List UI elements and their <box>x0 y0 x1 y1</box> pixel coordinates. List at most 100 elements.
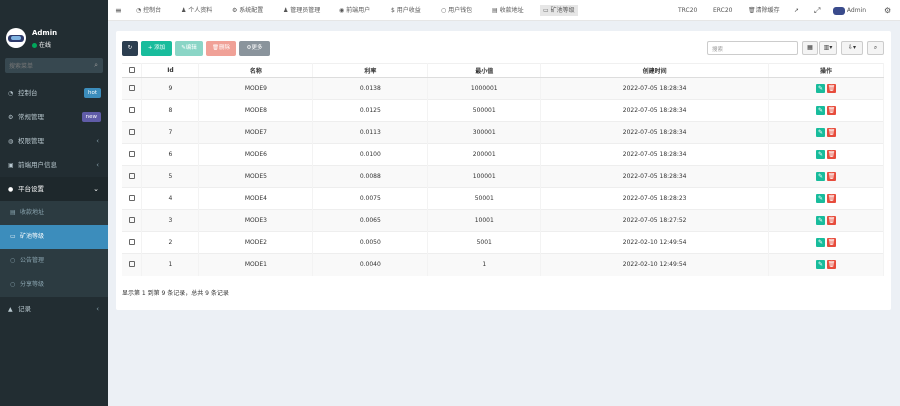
table-row[interactable]: 5 MODE5 0.0088 100001 2022-07-05 18:28:34 ✎ 🗑 <box>122 165 884 188</box>
row-checkbox[interactable] <box>128 106 135 113</box>
table-cell: MODE4 <box>198 187 314 210</box>
refresh-button[interactable]: ↻ <box>122 41 138 56</box>
column-header[interactable]: 创建时间 <box>540 63 770 78</box>
tab-frontend-users[interactable]: ◉ 前端用户 <box>339 0 370 21</box>
row-edit-button[interactable]: ✎ <box>816 260 826 270</box>
sidebar-search-input[interactable]: 搜索菜单 ⌕ <box>5 58 103 73</box>
row-checkbox-cell[interactable] <box>122 143 143 166</box>
search-button[interactable]: ⌕ <box>867 41 884 55</box>
tab-admins[interactable]: ♟ 管理员管理 <box>283 0 320 21</box>
tab-dashboard[interactable]: ◔ 控制台 <box>136 0 161 21</box>
tab-config[interactable]: ⚙ 系统配置 <box>232 0 263 21</box>
row-checkbox-cell[interactable] <box>122 77 143 100</box>
avatar[interactable] <box>6 28 26 48</box>
row-delete-button[interactable]: 🗑 <box>827 106 837 115</box>
row-edit-button[interactable]: ✎ <box>816 194 826 203</box>
tab-user-wallet[interactable]: ○ 用户钱包 <box>441 0 472 21</box>
table-row[interactable]: 9 MODE9 0.0138 1000001 2022-07-05 18:28:34 ✎ 🗑 <box>122 77 884 100</box>
table-row[interactable]: 3 MODE3 0.0065 10001 2022-07-05 18:27:52 ✎ 🗑 <box>122 209 884 232</box>
settings-gear-icon[interactable]: ⚙ <box>884 0 891 21</box>
tab-pool-level[interactable]: ▭ 矿池等级 <box>540 5 578 16</box>
row-checkbox[interactable] <box>128 84 135 91</box>
select-all-checkbox[interactable] <box>128 66 135 73</box>
search-icon[interactable]: ⌕ <box>94 61 98 70</box>
row-checkbox-cell[interactable] <box>122 99 143 122</box>
columns-button[interactable]: ▥▾ <box>819 41 837 55</box>
sidebar-item-pool-level[interactable]: ▭ 矿池等级 <box>0 225 108 249</box>
table-row[interactable]: 6 MODE6 0.0100 200001 2022-07-05 18:28:34 ✎ 🗑 <box>122 143 884 166</box>
row-delete-button[interactable]: 🗑 <box>827 238 837 247</box>
edit-button[interactable]: ✎编辑 <box>175 41 203 56</box>
table-row[interactable]: 4 MODE4 0.0075 50001 2022-07-05 18:28:23 ✎ 🗑 <box>122 187 884 210</box>
search-icon: ⌕ <box>873 44 878 51</box>
delete-button[interactable]: 🗑删除 <box>206 41 236 56</box>
home-link-icon[interactable]: ➚ <box>794 0 799 21</box>
row-delete-button[interactable]: 🗑 <box>827 216 837 225</box>
row-edit-button[interactable]: ✎ <box>816 172 826 181</box>
chevron-left-icon: ‹ <box>96 305 99 313</box>
sidebar-item-frontend-users[interactable]: ▣ 前端用户信息 ‹ <box>0 153 108 177</box>
row-checkbox-cell[interactable] <box>122 187 143 210</box>
tab-receiving-address[interactable]: ▤ 收款地址 <box>492 0 524 21</box>
menu-toggle-icon[interactable]: ≡ <box>115 0 122 21</box>
row-checkbox-cell[interactable] <box>122 121 143 144</box>
row-edit-button[interactable]: ✎ <box>816 128 826 137</box>
row-edit-button[interactable]: ✎ <box>816 238 826 247</box>
table-row[interactable]: 2 MODE2 0.0050 5001 2022-02-10 12:49:54 ✎ 🗑 <box>122 231 884 254</box>
row-delete-button[interactable]: 🗑 <box>827 84 837 93</box>
table-cell: 2022-07-05 18:28:23 <box>540 187 770 210</box>
row-checkbox-cell[interactable] <box>122 253 143 276</box>
row-edit-button[interactable]: ✎ <box>816 84 826 93</box>
row-checkbox[interactable] <box>128 260 135 267</box>
column-header[interactable]: 名称 <box>198 63 314 78</box>
row-delete-button[interactable]: 🗑 <box>827 150 837 159</box>
fullscreen-icon[interactable]: ⤢ <box>814 0 820 21</box>
sidebar-item-records[interactable]: ▲ 记录 ‹ <box>0 297 108 321</box>
row-checkbox-cell[interactable] <box>122 165 143 188</box>
sidebar-item-announcements[interactable]: ○ 公告管理 <box>0 249 108 273</box>
row-checkbox[interactable] <box>128 194 135 201</box>
row-checkbox[interactable] <box>128 216 135 223</box>
table-cell: 200001 <box>427 143 542 166</box>
search-input[interactable]: 搜索 <box>707 41 798 55</box>
more-button[interactable]: ⚙更多 <box>239 41 270 56</box>
toggle-view-button[interactable]: ▦ <box>802 41 818 55</box>
sidebar-item-label: 公告管理 <box>20 257 45 264</box>
table-row[interactable]: 8 MODE8 0.0125 500001 2022-07-05 18:28:34 ✎ 🗑 <box>122 99 884 122</box>
row-delete-button[interactable]: 🗑 <box>827 128 837 137</box>
row-checkbox-cell[interactable] <box>122 231 143 254</box>
table-row[interactable]: 1 MODE1 0.0040 1 2022-02-10 12:49:54 ✎ 🗑 <box>122 253 884 276</box>
sidebar-item-general[interactable]: ⚙ 常规管理 new <box>0 105 108 129</box>
row-edit-button[interactable]: ✎ <box>816 216 826 225</box>
trc20-link[interactable]: TRC20 <box>678 0 697 21</box>
row-delete-button[interactable]: 🗑 <box>827 172 837 181</box>
column-header[interactable]: 利率 <box>312 63 429 78</box>
row-delete-button[interactable]: 🗑 <box>827 260 837 270</box>
sidebar-item-auth[interactable]: ◍ 权限管理 ‹ <box>0 129 108 153</box>
tab-profile[interactable]: ♟ 个人资料 <box>181 0 212 21</box>
row-edit-button[interactable]: ✎ <box>816 106 826 115</box>
sidebar-item-receiving-address[interactable]: ▤ 收款地址 <box>0 201 108 225</box>
select-all-checkbox-cell[interactable] <box>122 63 143 78</box>
sidebar-item-share-level[interactable]: ○ 分享等级 <box>0 273 108 297</box>
admin-menu[interactable]: Admin <box>833 0 866 21</box>
row-delete-button[interactable]: 🗑 <box>827 194 837 203</box>
row-checkbox[interactable] <box>128 128 135 135</box>
add-button[interactable]: + 添加 <box>141 41 172 56</box>
sidebar-item-platform-settings[interactable]: ● 平台设置 ⌄ <box>0 177 108 201</box>
tab-user-earnings[interactable]: $ 用户收益 <box>391 0 421 21</box>
row-checkbox[interactable] <box>128 238 135 245</box>
column-header[interactable]: Id <box>141 63 200 78</box>
erc20-link[interactable]: ERC20 <box>713 0 733 21</box>
row-checkbox[interactable] <box>128 150 135 157</box>
sidebar-item-dashboard[interactable]: ◔ 控制台 hot <box>0 81 108 105</box>
table-body: 9 MODE9 0.0138 1000001 2022-07-05 18:28:34 ✎ 🗑… <box>122 77 884 276</box>
columns-icon: ▥▾ <box>823 44 833 51</box>
row-edit-button[interactable]: ✎ <box>816 150 826 159</box>
clear-cache-button[interactable]: 🗑清除缓存 <box>748 0 780 21</box>
row-checkbox-cell[interactable] <box>122 209 143 232</box>
row-checkbox[interactable] <box>128 172 135 179</box>
table-row[interactable]: 7 MODE7 0.0113 300001 2022-07-05 18:28:34 ✎ 🗑 <box>122 121 884 144</box>
column-header[interactable]: 最小值 <box>427 63 542 78</box>
export-button[interactable]: ⇩▾ <box>841 41 863 55</box>
